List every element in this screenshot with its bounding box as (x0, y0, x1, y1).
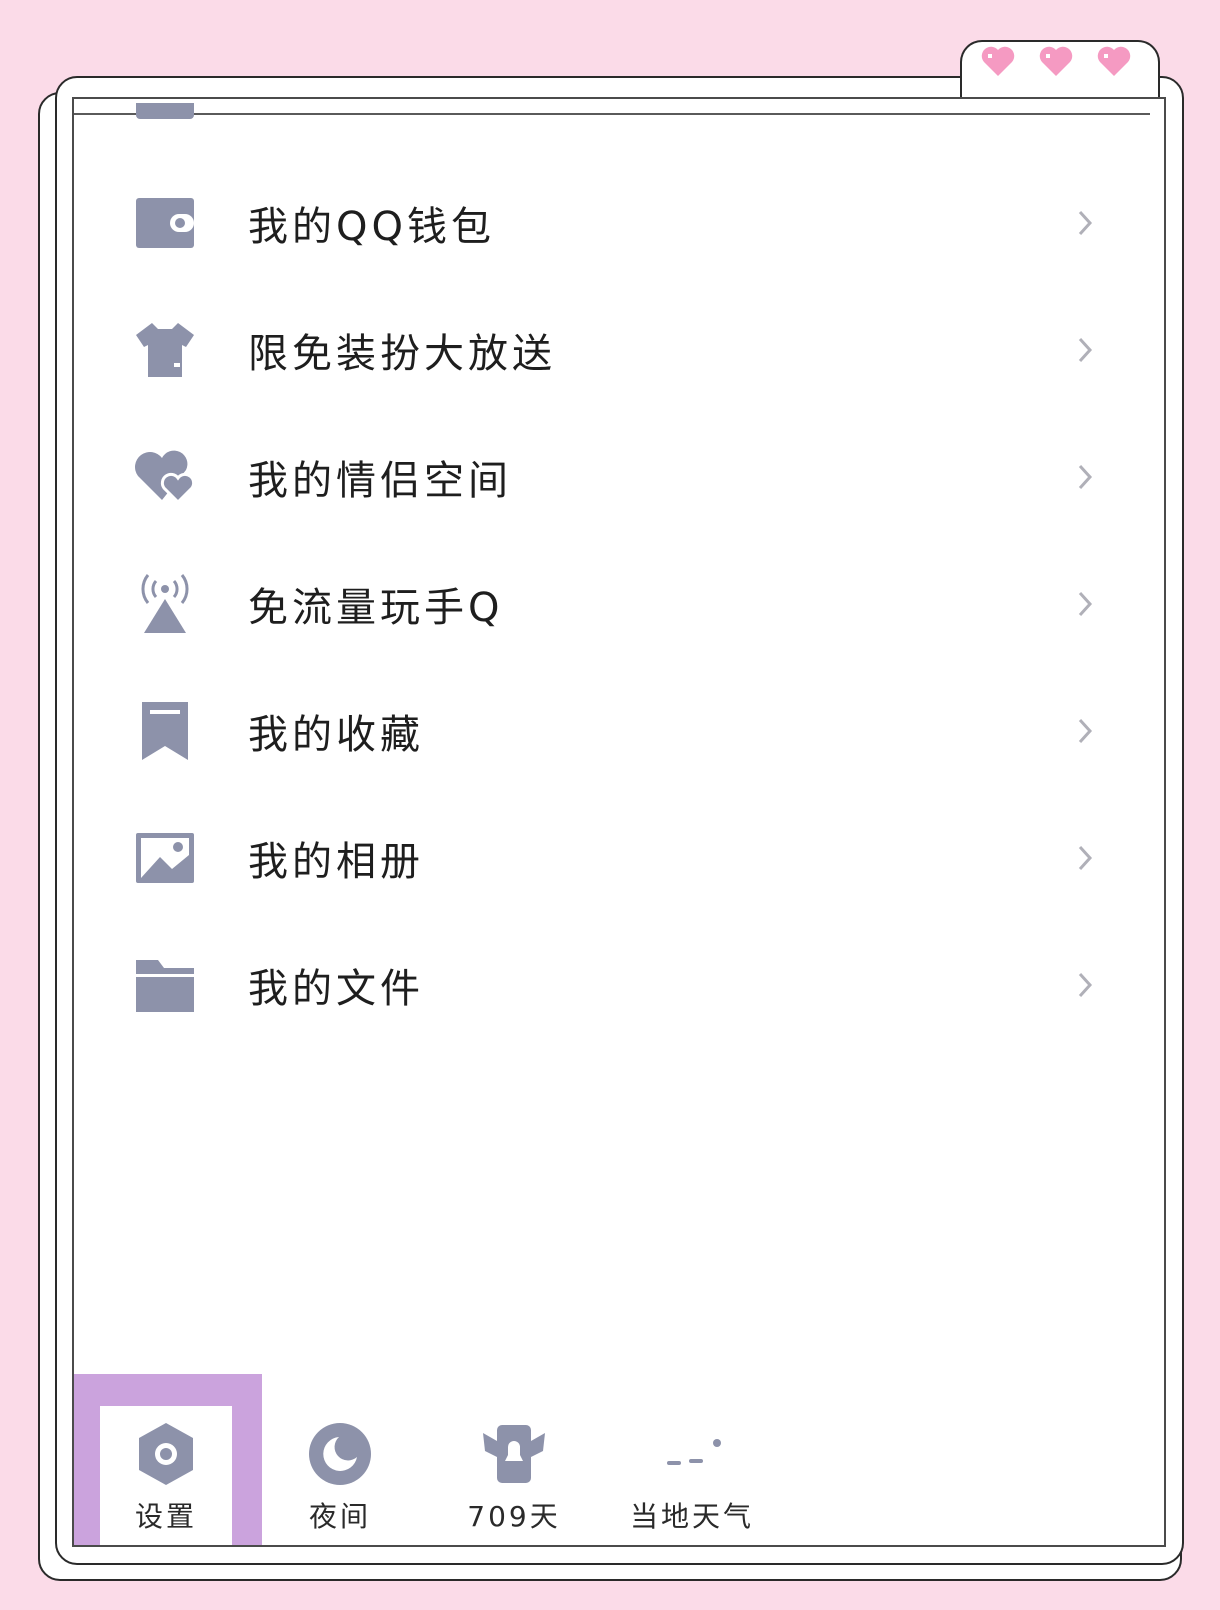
chevron-right-icon (1078, 972, 1093, 997)
bookmark-icon (142, 701, 188, 760)
menu-item-photo-album[interactable]: 我的相册 (74, 794, 1164, 921)
divider (74, 113, 1150, 115)
menu-item-files[interactable]: 我的文件 (74, 921, 1164, 1048)
menu-item-label: 免流量玩手Q (248, 584, 504, 631)
heart-icon (1097, 46, 1131, 76)
bottom-toolbar: 设置 夜间 709天 当地天气 (74, 1374, 1164, 1545)
tshirt-icon (136, 322, 194, 377)
chevron-right-icon (1078, 591, 1093, 616)
signal-tower-icon (141, 573, 189, 633)
weather-icon (667, 1439, 721, 1465)
chevron-right-icon (1078, 210, 1093, 235)
partial-menu-icon (136, 103, 194, 119)
menu-item-label: 我的情侣空间 (248, 457, 512, 504)
menu-item-label: 我的QQ钱包 (248, 203, 495, 250)
side-menu: 我的QQ钱包 限免装扮大放送 我的情侣空间 免流量玩手Q 我的收藏 我的相册 我… (74, 159, 1164, 1048)
chevron-right-icon (1078, 337, 1093, 362)
weather-button[interactable]: 当地天气 (622, 1419, 762, 1535)
heart-icon (1039, 46, 1073, 76)
chevron-right-icon (1078, 845, 1093, 870)
folder-icon (136, 959, 194, 1012)
menu-item-label: 我的文件 (248, 965, 424, 1012)
wallet-icon (136, 197, 194, 248)
couple-hearts-icon (135, 450, 196, 504)
night-mode-icon (309, 1423, 371, 1485)
menu-item-free-data[interactable]: 免流量玩手Q (74, 540, 1164, 667)
chevron-right-icon (1078, 718, 1093, 743)
heart-decorations (980, 44, 1132, 78)
menu-item-qq-wallet[interactable]: 我的QQ钱包 (74, 159, 1164, 286)
menu-item-free-themes[interactable]: 限免装扮大放送 (74, 286, 1164, 413)
settings-label: 设置 (134, 1500, 197, 1533)
menu-item-label: 限免装扮大放送 (248, 330, 556, 377)
menu-item-couple-space[interactable]: 我的情侣空间 (74, 413, 1164, 540)
qq-days-button[interactable]: 709天 (454, 1419, 574, 1535)
heart-icon (981, 46, 1015, 76)
settings-button[interactable]: 设置 (106, 1419, 226, 1535)
menu-item-label: 我的收藏 (248, 711, 424, 758)
phone-screen: 我的QQ钱包 限免装扮大放送 我的情侣空间 免流量玩手Q 我的收藏 我的相册 我… (72, 97, 1166, 1547)
weather-label: 当地天气 (629, 1500, 754, 1533)
photo-album-icon (136, 832, 194, 883)
menu-item-label: 我的相册 (248, 838, 424, 885)
qq-days-label: 709天 (467, 1500, 561, 1533)
settings-icon (139, 1423, 193, 1485)
chevron-right-icon (1078, 464, 1093, 489)
night-mode-label: 夜间 (308, 1500, 371, 1533)
menu-item-favorites[interactable]: 我的收藏 (74, 667, 1164, 794)
qq-days-icon (483, 1425, 545, 1483)
night-mode-button[interactable]: 夜间 (280, 1419, 400, 1535)
